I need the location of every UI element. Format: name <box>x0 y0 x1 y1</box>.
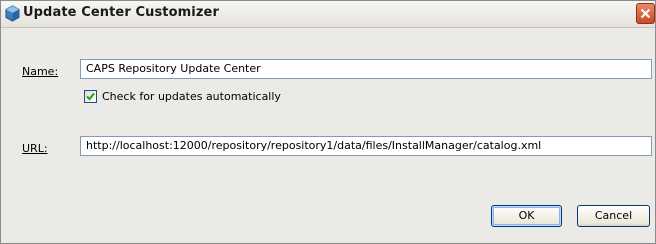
app-cube-icon <box>4 5 21 22</box>
url-label: URL: <box>22 142 48 155</box>
cancel-button[interactable]: Cancel <box>577 205 650 227</box>
checkmark-icon <box>86 92 95 101</box>
close-button[interactable] <box>636 3 655 24</box>
url-label-text: URL: <box>22 142 48 155</box>
name-label-text: Name: <box>22 65 59 78</box>
window-title: Update Center Customizer <box>23 5 219 20</box>
name-field[interactable]: CAPS Repository Update Center <box>80 59 652 79</box>
name-label: Name: <box>22 65 58 78</box>
title-bar[interactable]: Update Center Customizer <box>1 1 655 28</box>
update-center-customizer-dialog: Update Center Customizer Name: CAPS Repo… <box>0 0 656 244</box>
auto-update-checkbox-label[interactable]: Check for updates automatically <box>102 90 281 103</box>
auto-update-checkbox[interactable] <box>84 90 97 103</box>
url-field[interactable]: http://localhost:12000/repository/reposi… <box>80 136 652 156</box>
ok-button[interactable]: OK <box>491 205 562 227</box>
close-icon <box>640 8 651 19</box>
